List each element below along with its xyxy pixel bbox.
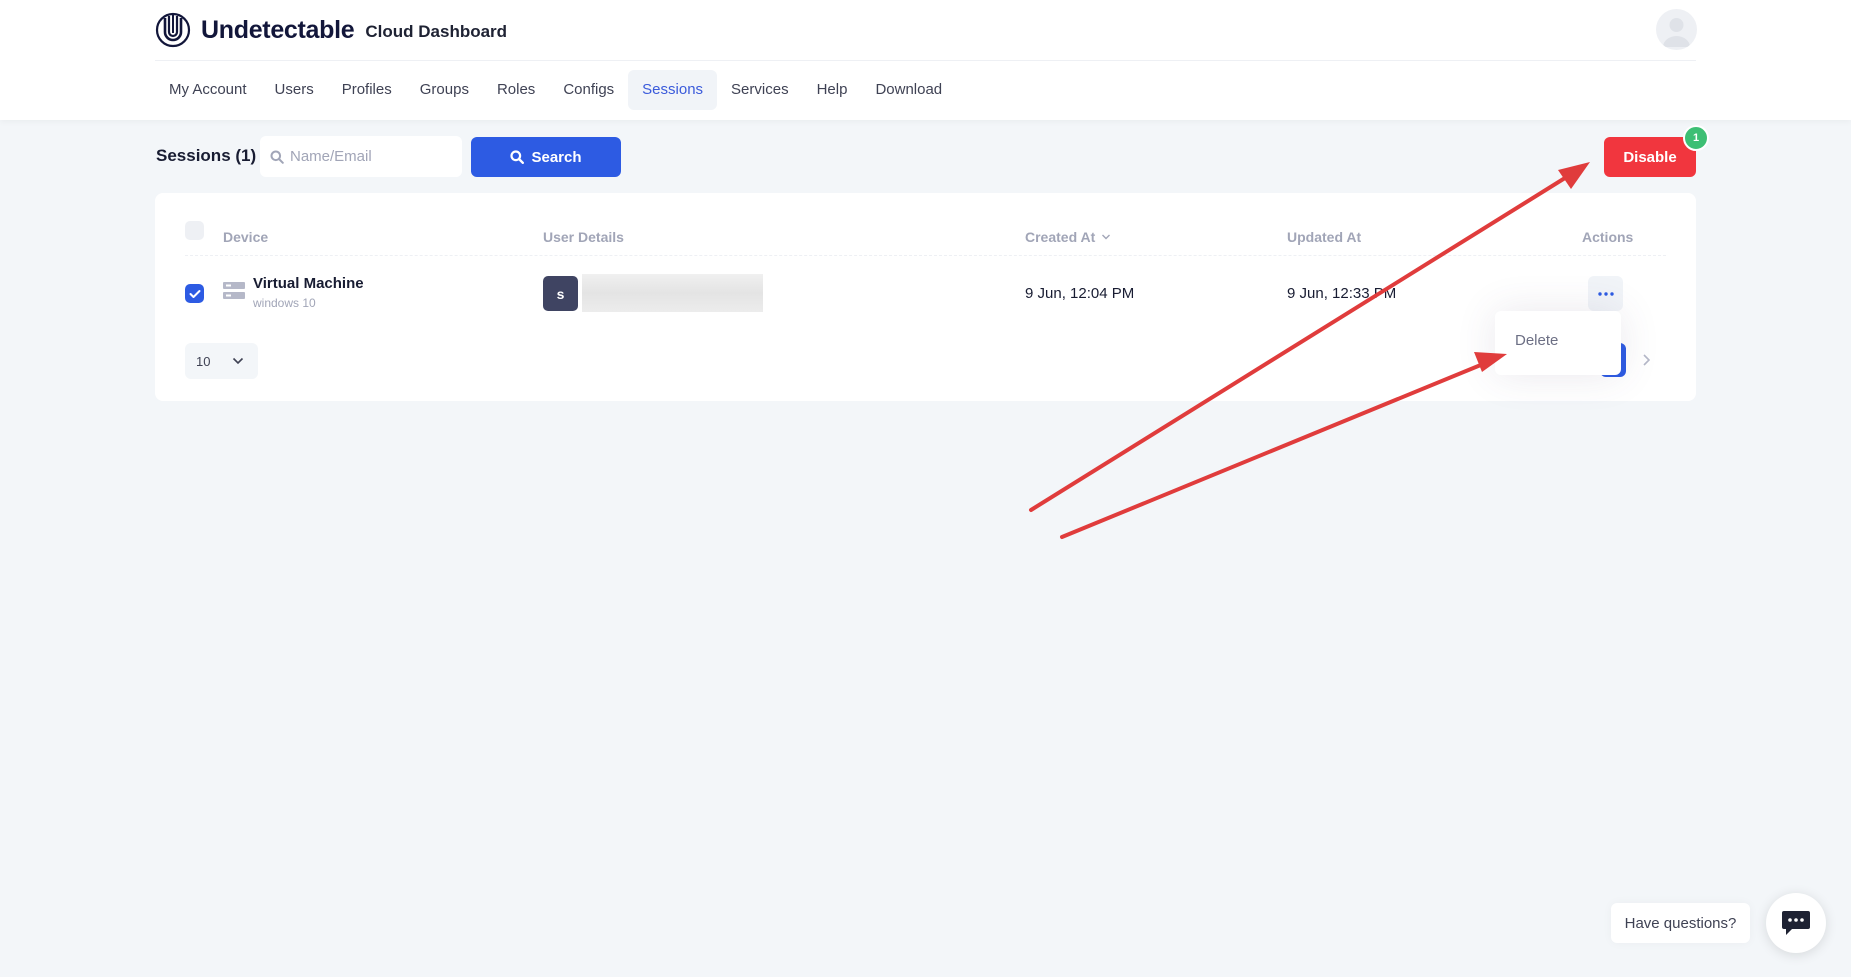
nav-item-groups[interactable]: Groups — [406, 70, 483, 110]
created-at-label: Created At — [1025, 229, 1096, 245]
nav-item-roles[interactable]: Roles — [483, 70, 549, 110]
user-details-redacted — [582, 274, 763, 312]
selected-count-badge: 1 — [1683, 125, 1709, 151]
brand-subtitle: Cloud Dashboard — [365, 22, 508, 41]
header-divider — [155, 60, 1696, 61]
select-all-checkbox[interactable] — [185, 221, 204, 240]
row-actions-menu: Delete — [1495, 311, 1621, 375]
device-name: Virtual Machine — [253, 275, 364, 292]
user-avatar: s — [543, 276, 578, 311]
chevron-down-icon — [232, 357, 244, 365]
header: Undetectable Cloud Dashboard My Account … — [0, 0, 1851, 120]
help-bubble[interactable]: Have questions? — [1611, 903, 1750, 943]
nav-item-configs[interactable]: Configs — [549, 70, 628, 110]
row-actions-button[interactable] — [1588, 276, 1623, 311]
chevron-right-icon[interactable] — [1639, 352, 1653, 368]
nav-item-help[interactable]: Help — [803, 70, 862, 110]
brand-name: Undetectable — [201, 15, 355, 44]
nav-item-sessions[interactable]: Sessions — [628, 70, 718, 110]
nav-item-download[interactable]: Download — [861, 70, 956, 110]
search-button-label: Search — [531, 148, 582, 166]
nav-item-profiles[interactable]: Profiles — [328, 70, 406, 110]
search-button[interactable]: Search — [471, 137, 621, 177]
brand[interactable]: Undetectable Cloud Dashboard — [155, 10, 507, 50]
undetectable-logo-icon — [155, 12, 191, 48]
search-input[interactable] — [290, 148, 450, 165]
row-divider — [185, 255, 1666, 256]
column-header-actions: Actions — [1582, 229, 1634, 245]
chat-button[interactable] — [1766, 893, 1826, 953]
check-icon — [189, 289, 200, 298]
nav-item-services[interactable]: Services — [717, 70, 803, 110]
updated-at-value: 9 Jun, 12:33 PM — [1287, 285, 1397, 302]
column-header-user-details: User Details — [543, 229, 624, 245]
search-icon — [510, 150, 525, 164]
delete-menu-item[interactable]: Delete — [1515, 332, 1558, 349]
search-field[interactable] — [260, 136, 462, 177]
server-icon — [223, 282, 245, 299]
main-nav: My Account Users Profiles Groups Roles C… — [155, 70, 956, 110]
nav-item-my-account[interactable]: My Account — [155, 70, 261, 110]
chat-icon — [1782, 911, 1810, 935]
user-avatar-icon[interactable] — [1656, 9, 1697, 50]
page-size-value: 10 — [196, 353, 211, 369]
device-os: windows 10 — [253, 296, 316, 310]
row-checkbox[interactable] — [185, 284, 204, 303]
column-header-created-at[interactable]: Created At — [1025, 229, 1111, 245]
column-header-updated-at: Updated At — [1287, 229, 1362, 245]
nav-item-users[interactable]: Users — [261, 70, 328, 110]
sort-chevron-down-icon — [1102, 234, 1111, 240]
search-icon — [270, 150, 284, 164]
disable-button[interactable]: Disable — [1604, 137, 1696, 177]
page-size-select[interactable]: 10 — [185, 343, 258, 379]
created-at-value: 9 Jun, 12:04 PM — [1025, 285, 1135, 302]
sessions-table-card: Device User Details Created At Updated A… — [155, 193, 1696, 401]
sessions-title: Sessions (1) — [156, 146, 257, 165]
column-header-device: Device — [223, 229, 269, 245]
more-dots-icon — [1597, 291, 1614, 296]
